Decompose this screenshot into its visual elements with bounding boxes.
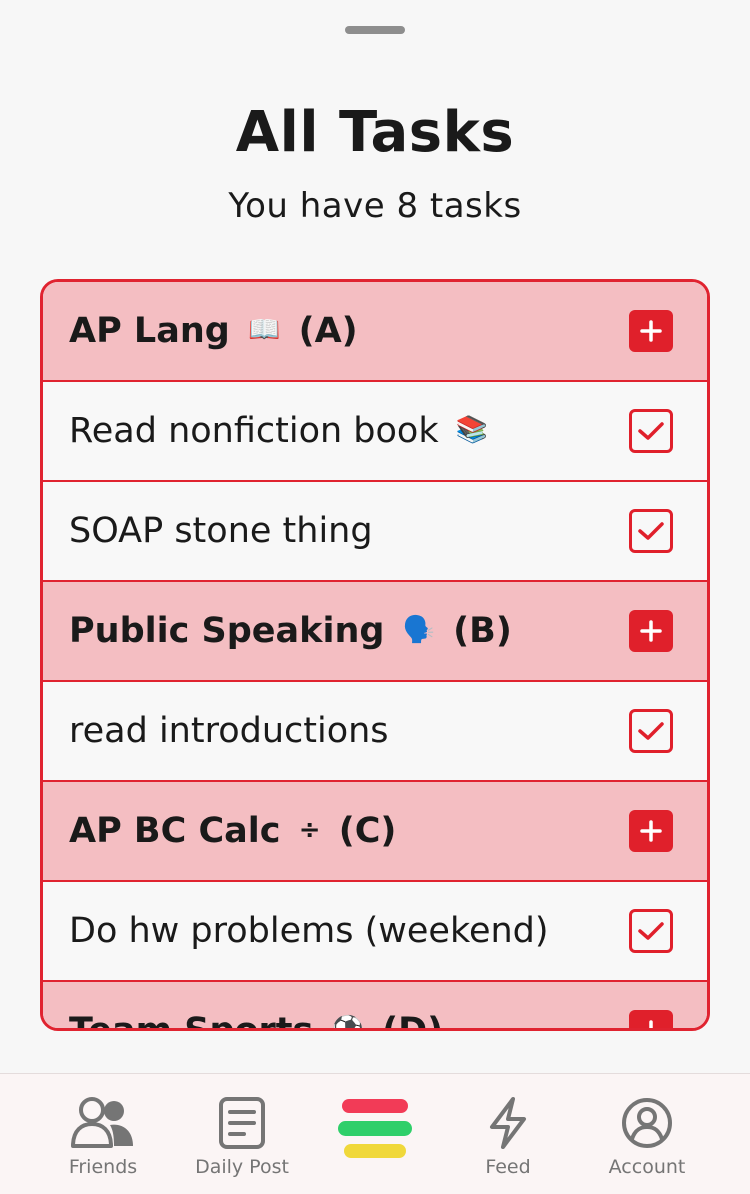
tab-friends[interactable]: Friends [33, 1092, 173, 1178]
account-icon [577, 1092, 717, 1154]
daily-post-icon [172, 1092, 312, 1154]
tab-feed-label: Feed [485, 1156, 531, 1178]
class-header-row: AP Lang 📖 (A) [43, 282, 707, 382]
checkmark-icon [638, 522, 664, 540]
add-task-button[interactable] [629, 810, 673, 852]
task-name: read introductions [69, 711, 629, 751]
tab-account[interactable]: Account [577, 1092, 717, 1178]
all-tasks-sheet: All Tasks You have 8 tasks AP Lang 📖 (A)… [0, 0, 750, 1194]
class-header-row: Public Speaking 🗣️ (B) [43, 582, 707, 682]
checkmark-icon [638, 922, 664, 940]
friends-icon [33, 1092, 173, 1154]
row-label: AP Lang [69, 311, 230, 351]
row-label: SOAP stone thing [69, 511, 373, 551]
plus-icon [649, 1020, 653, 1028]
complete-task-checkbox[interactable] [629, 709, 673, 753]
complete-task-checkbox[interactable] [629, 909, 673, 953]
tab-bar: Friends Daily Post Feed Account [0, 1073, 750, 1194]
tab-daily-post[interactable]: Daily Post [172, 1092, 312, 1178]
task-row: Read nonfiction book 📚 [43, 382, 707, 482]
sheet-grabber[interactable] [345, 26, 405, 34]
class-header-row: Team Sports ⚽ (D) [43, 982, 707, 1031]
class-name: Team Sports ⚽ (D) [69, 1011, 629, 1031]
checkmark-icon [638, 422, 664, 440]
row-emoji: 📖 [248, 315, 281, 345]
task-name: Read nonfiction book 📚 [69, 411, 629, 451]
row-label: Read nonfiction book [69, 411, 439, 451]
task-row: read introductions [43, 682, 707, 782]
row-emoji: 📚 [455, 415, 489, 445]
task-row: Do hw problems (weekend) [43, 882, 707, 982]
lightning-icon [438, 1092, 578, 1154]
plus-icon [640, 620, 662, 642]
complete-task-checkbox[interactable] [629, 509, 673, 553]
plus-icon [640, 320, 662, 342]
row-emoji: ⚽ [331, 1015, 364, 1031]
task-count-subtitle: You have 8 tasks [228, 186, 522, 226]
class-period: (D) [382, 1011, 444, 1031]
task-row: SOAP stone thing [43, 482, 707, 582]
complete-task-checkbox[interactable] [629, 409, 673, 453]
checkmark-icon [638, 722, 664, 740]
tab-tasks[interactable] [305, 1092, 445, 1164]
row-label: AP BC Calc [69, 811, 281, 851]
class-name: AP BC Calc ÷ (C) [69, 811, 629, 851]
class-name: Public Speaking 🗣️ (B) [69, 611, 629, 651]
row-label: Do hw problems (weekend) [69, 911, 549, 951]
task-list[interactable]: AP Lang 📖 (A) Read nonfiction book 📚 SOAP … [40, 279, 710, 1031]
task-name: SOAP stone thing [69, 511, 629, 551]
class-period: (B) [453, 611, 512, 651]
add-task-button[interactable] [629, 1010, 673, 1028]
class-header-row: AP BC Calc ÷ (C) [43, 782, 707, 882]
tasks-stripes-icon [305, 1092, 445, 1164]
class-period: (A) [298, 311, 358, 351]
row-emoji: ÷ [298, 815, 321, 845]
add-task-button[interactable] [629, 610, 673, 652]
tab-feed[interactable]: Feed [438, 1092, 578, 1178]
row-label: read introductions [69, 711, 389, 751]
row-emoji: 🗣️ [402, 615, 435, 645]
page-title: All Tasks [235, 100, 515, 165]
tab-daily-post-label: Daily Post [195, 1156, 289, 1178]
row-label: Public Speaking [69, 611, 385, 651]
tab-account-label: Account [608, 1156, 686, 1178]
class-period: (C) [338, 811, 397, 851]
add-task-button[interactable] [629, 310, 673, 352]
tab-friends-label: Friends [68, 1156, 138, 1178]
class-name: AP Lang 📖 (A) [69, 311, 629, 351]
row-label: Team Sports [69, 1011, 314, 1031]
task-name: Do hw problems (weekend) [69, 911, 629, 951]
plus-icon [640, 820, 662, 842]
